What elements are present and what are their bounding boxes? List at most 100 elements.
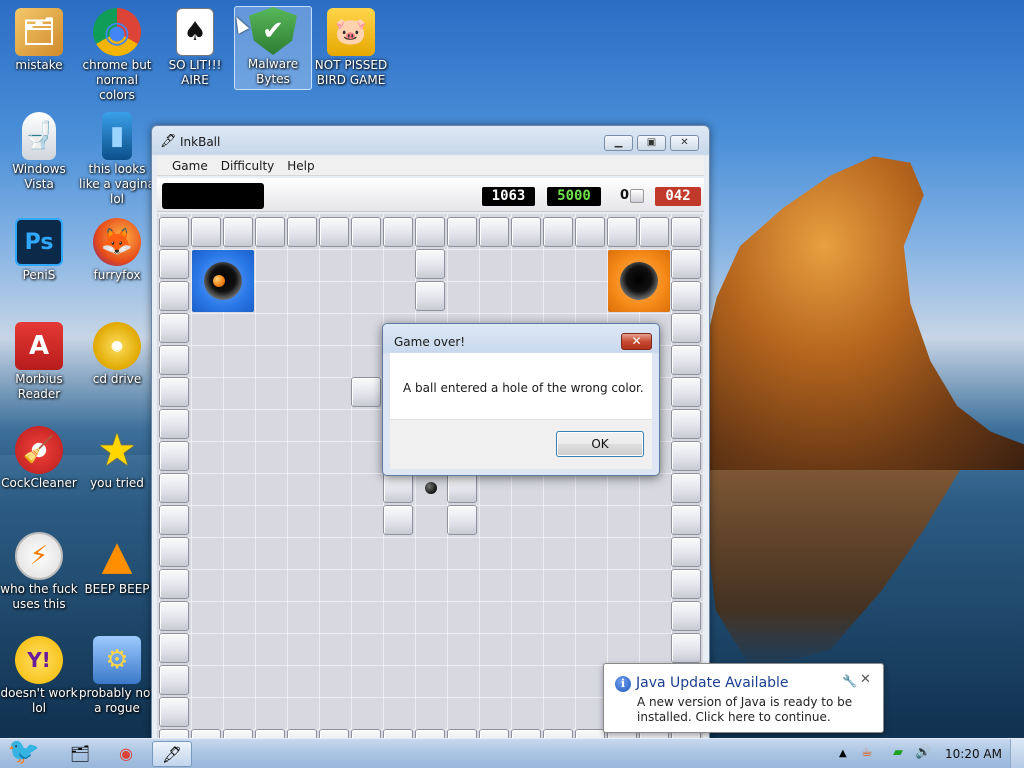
desktop-icon-windows-vista[interactable]: 🚽 Windows Vista <box>0 112 78 192</box>
wall-block <box>159 537 189 567</box>
wall-block <box>671 537 701 567</box>
wall-block <box>447 473 477 503</box>
dialog-close-button[interactable]: ✕ <box>621 333 652 350</box>
wall-block <box>159 409 189 439</box>
wall-block <box>159 633 189 663</box>
star-icon: ★ <box>97 424 137 476</box>
show-hidden-icons-icon[interactable]: ▲ <box>839 748 847 759</box>
desktop-icon-label: PeniS <box>22 268 56 282</box>
desktop-icon-firefox[interactable]: 🦊 furryfox <box>78 218 156 283</box>
pig-icon: 🐷 <box>327 8 375 56</box>
target-score: 5000 <box>547 187 601 206</box>
desktop-icon-chrome[interactable]: ◉ chrome but normal colors <box>78 8 156 103</box>
wall-block <box>671 633 701 663</box>
dialog-title: Game over! <box>394 335 466 349</box>
menu-difficulty[interactable]: Difficulty <box>215 159 282 173</box>
desktop-icon-winamp[interactable]: ⚡ who the fuck uses this <box>0 532 78 612</box>
network-icon[interactable]: ▰ <box>893 745 903 760</box>
minimize-button[interactable]: ▁ <box>604 135 633 151</box>
notification-title: Java Update Available <box>636 675 789 691</box>
taskbar-explorer-icon[interactable]: 🗂 <box>60 741 100 767</box>
wall-block <box>671 345 701 375</box>
menu-game[interactable]: Game <box>166 159 215 173</box>
wall-block <box>159 697 189 727</box>
start-button[interactable]: 🐦 <box>2 733 46 768</box>
desktop-icon-label: BEEP BEEP <box>84 582 150 596</box>
wall-block <box>671 281 701 311</box>
taskbar-chrome-icon[interactable]: ◉ <box>106 741 146 767</box>
desktop-icon-pig-game[interactable]: 🐷 NOT PISSED BIRD GAME <box>312 8 390 88</box>
desktop-icon-adobe-reader[interactable]: A Morbius Reader <box>0 322 78 402</box>
desktop-icon-cd-drive[interactable]: ◎ cd drive <box>78 322 156 387</box>
cleaner-icon: 🧹 <box>15 426 63 474</box>
desktop-icon-label: SO LIT!!! AIRE <box>168 58 222 87</box>
wall-block <box>351 217 381 247</box>
desktop-icon-solitaire[interactable]: ♠ SO LIT!!! AIRE <box>156 8 234 88</box>
taskbar: 🐦 🗂 ◉ 🖋 ▲ ☕ ▰ 🔊 10:20 AM <box>0 737 1024 768</box>
wall-block <box>671 249 701 279</box>
wall-block <box>159 473 189 503</box>
window-titlebar[interactable]: 🖋 InkBall ▁ ▣ ✕ <box>152 126 709 156</box>
wall-block <box>255 217 285 247</box>
folder-icon: 🗂 <box>15 8 63 56</box>
wall-block <box>415 249 445 279</box>
volume-icon[interactable]: 🔊 <box>915 745 931 760</box>
wall-block <box>159 377 189 407</box>
desktop-icon-label: doesn't work lol <box>0 686 78 715</box>
wall-block <box>671 409 701 439</box>
toilet-icon: 🚽 <box>22 112 56 160</box>
system-tray: ▲ ☕ ▰ 🔊 10:20 AM <box>835 739 1024 768</box>
wall-block <box>671 601 701 631</box>
wall-block <box>447 217 477 247</box>
hole-pit <box>204 262 242 300</box>
wall-block <box>287 217 317 247</box>
dialog-body: A ball entered a hole of the wrong color… <box>390 353 652 469</box>
desktop-icon-rogue[interactable]: ⚙ probably not a rogue <box>78 636 156 716</box>
ball-queue-icon <box>630 189 644 203</box>
wall-block <box>415 217 445 247</box>
wrench-icon[interactable]: 🔧 <box>842 674 857 688</box>
taskbar-inkball-icon[interactable]: 🖋 <box>152 741 192 767</box>
wall-block <box>447 505 477 535</box>
show-desktop-button[interactable] <box>1010 739 1024 768</box>
java-tray-icon[interactable]: ☕ <box>861 745 873 760</box>
desktop-icon-malwarebytes[interactable]: ✔ Malware Bytes <box>234 6 312 90</box>
desktop-icon-vagina[interactable]: ▮ this looks like a vagina lol <box>78 112 156 207</box>
java-update-notification[interactable]: i Java Update Available 🔧 ✕ A new versio… <box>603 663 884 733</box>
desktop-icon-ccleaner[interactable]: 🧹 CockCleaner <box>0 426 78 491</box>
desktop-icon-you-tried[interactable]: ★ you tried <box>78 426 156 491</box>
wall-block <box>639 217 669 247</box>
wall-block <box>159 441 189 471</box>
taskbar-clock[interactable]: 10:20 AM <box>945 747 1002 761</box>
info-icon: i <box>615 676 631 692</box>
wall-block <box>159 217 189 247</box>
menu-bar: Game Difficulty Help <box>157 156 704 176</box>
wall-block <box>159 601 189 631</box>
notification-close-button[interactable]: ✕ <box>860 672 871 687</box>
wall-block <box>159 249 189 279</box>
wall-block <box>671 377 701 407</box>
wall-block <box>575 217 605 247</box>
hole-pit <box>620 262 658 300</box>
game-over-dialog: Game over! ✕ A ball entered a hole of th… <box>382 323 660 476</box>
wall-block <box>671 473 701 503</box>
desktop-icon-label: probably not a rogue <box>78 686 156 715</box>
lightning-icon: ⚡ <box>15 532 63 580</box>
desktop-icon-vlc[interactable]: ▲ BEEP BEEP <box>78 532 156 597</box>
desktop-icon-yahoo-messenger[interactable]: Y! doesn't work lol <box>0 636 78 716</box>
menu-help[interactable]: Help <box>281 159 321 173</box>
shield-icon: ✔ <box>249 7 297 55</box>
wall-block <box>159 313 189 343</box>
desktop-icon-photoshop[interactable]: Ps PeniS <box>0 218 78 283</box>
maximize-button[interactable]: ▣ <box>637 135 666 151</box>
wall-block <box>351 377 381 407</box>
timer: 042 <box>655 187 701 206</box>
wall-block <box>415 281 445 311</box>
wall-block <box>383 505 413 535</box>
wall-block <box>191 217 221 247</box>
desktop-icon-mistake[interactable]: 🗂 mistake <box>0 8 78 73</box>
ok-button[interactable]: OK <box>556 431 644 457</box>
close-button[interactable]: ✕ <box>670 135 699 151</box>
desktop-icon-label: you tried <box>90 476 144 490</box>
notification-body: A new version of Java is ready to be ins… <box>637 695 853 724</box>
